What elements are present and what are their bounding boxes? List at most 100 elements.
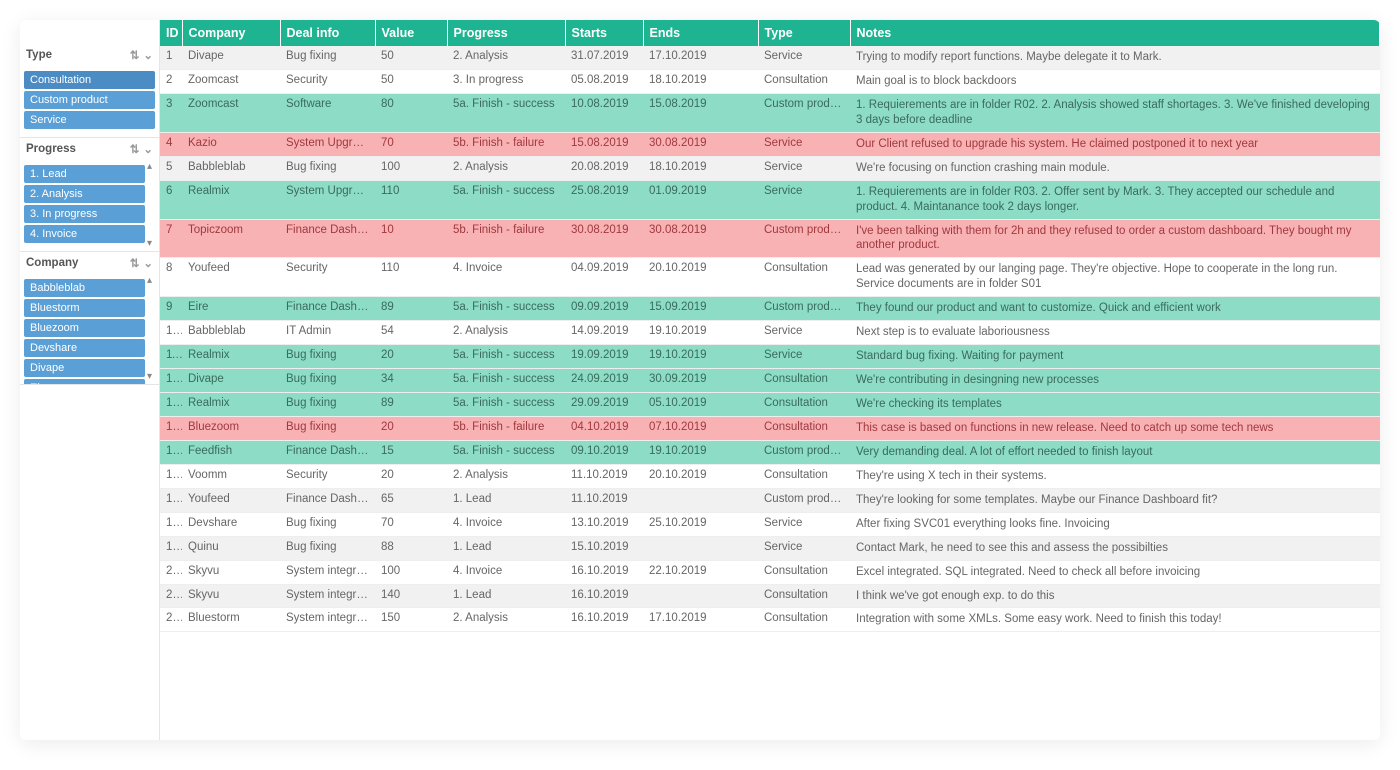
scroll-up-icon[interactable]: ▴ (147, 162, 157, 172)
filter-item[interactable]: 4. Invoice (24, 225, 145, 243)
cell-company: Babbleblab (182, 156, 280, 180)
scroll-up-icon[interactable]: ▴ (147, 276, 157, 286)
filter-item[interactable]: Devshare (24, 339, 145, 357)
cell-id: 16 (160, 464, 182, 488)
multiselect-icon[interactable]: ⇅ (130, 256, 140, 270)
table-row[interactable]: 12DivapeBug fixing345a. Finish - success… (160, 369, 1380, 393)
table-row[interactable]: 8YoufeedSecurity1104. Invoice04.09.20192… (160, 258, 1380, 297)
cell-id: 20 (160, 560, 182, 584)
table-row[interactable]: 14BluezoomBug fixing205b. Finish - failu… (160, 416, 1380, 440)
filter-item[interactable]: Divape (24, 359, 145, 377)
cell-progress: 5a. Finish - success (447, 393, 565, 417)
cell-company: Skyvu (182, 584, 280, 608)
table-row[interactable]: 2ZoomcastSecurity503. In progress05.08.2… (160, 69, 1380, 93)
table-row[interactable]: 19QuinuBug fixing881. Lead15.10.2019Serv… (160, 536, 1380, 560)
scroll-down-icon[interactable]: ▾ (147, 239, 157, 249)
filter-header: Company⇅⌄ (20, 252, 159, 274)
column-header-value[interactable]: Value (375, 20, 447, 46)
table-row[interactable]: 3ZoomcastSoftware805a. Finish - success1… (160, 93, 1380, 132)
filter-item[interactable]: Eire (24, 379, 145, 384)
cell-company: Realmix (182, 393, 280, 417)
cell-ends (643, 584, 758, 608)
table-row[interactable]: 4KazioSystem Upgrade705b. Finish - failu… (160, 132, 1380, 156)
clear-filter-icon[interactable]: ⌄ (143, 256, 153, 270)
cell-starts: 16.10.2019 (565, 560, 643, 584)
multiselect-icon[interactable]: ⇅ (130, 48, 140, 62)
cell-company: Voomm (182, 464, 280, 488)
filter-item[interactable]: Custom product (24, 91, 155, 109)
table-row[interactable]: 16VoommSecurity202. Analysis11.10.201920… (160, 464, 1380, 488)
filter-item[interactable]: 2. Analysis (24, 185, 145, 203)
filter-item[interactable]: Service (24, 111, 155, 129)
column-header-id[interactable]: ID (160, 20, 182, 46)
table-row[interactable]: 22BluestormSystem integratio1502. Analys… (160, 608, 1380, 632)
column-header-starts[interactable]: Starts (565, 20, 643, 46)
cell-notes: Standard bug fixing. Waiting for payment (850, 345, 1380, 369)
cell-type: Consultation (758, 464, 850, 488)
cell-deal: Bug fixing (280, 369, 375, 393)
cell-notes: 1. Requierements are in folder R02. 2. A… (850, 93, 1380, 132)
cell-value: 80 (375, 93, 447, 132)
table-row[interactable]: 9EireFinance Dashboa895a. Finish - succe… (160, 297, 1380, 321)
cell-notes: Next step is to evaluate laboriousness (850, 321, 1380, 345)
cell-value: 34 (375, 369, 447, 393)
column-header-progress[interactable]: Progress (447, 20, 565, 46)
table-row[interactable]: 6RealmixSystem Upgrade1105a. Finish - su… (160, 180, 1380, 219)
cell-company: Realmix (182, 345, 280, 369)
cell-id: 4 (160, 132, 182, 156)
cell-company: Eire (182, 297, 280, 321)
cell-ends: 30.09.2019 (643, 369, 758, 393)
table-row[interactable]: 15FeedfishFinance Dashboa155a. Finish - … (160, 440, 1380, 464)
cell-deal: Bug fixing (280, 46, 375, 69)
column-header-type[interactable]: Type (758, 20, 850, 46)
table-row[interactable]: 11RealmixBug fixing205a. Finish - succes… (160, 345, 1380, 369)
cell-starts: 30.08.2019 (565, 219, 643, 258)
cell-progress: 5a. Finish - success (447, 440, 565, 464)
table-row[interactable]: 20SkyvuSystem integratio1004. Invoice16.… (160, 560, 1380, 584)
cell-ends (643, 536, 758, 560)
cell-notes: Trying to modify report functions. Maybe… (850, 46, 1380, 69)
cell-deal: System integratio (280, 608, 375, 632)
clear-filter-icon[interactable]: ⌄ (143, 48, 153, 62)
cell-deal: Bug fixing (280, 345, 375, 369)
table-row[interactable]: 7TopiczoomFinance Dashboa105b. Finish - … (160, 219, 1380, 258)
table-row[interactable]: 21SkyvuSystem integratio1401. Lead16.10.… (160, 584, 1380, 608)
column-header-notes[interactable]: Notes (850, 20, 1380, 46)
cell-starts: 20.08.2019 (565, 156, 643, 180)
cell-starts: 13.10.2019 (565, 512, 643, 536)
filter-item[interactable]: Bluezoom (24, 319, 145, 337)
cell-deal: Bug fixing (280, 416, 375, 440)
cell-ends: 22.10.2019 (643, 560, 758, 584)
cell-id: 22 (160, 608, 182, 632)
cell-progress: 4. Invoice (447, 258, 565, 297)
table-row[interactable]: 17YoufeedFinance Dashboa651. Lead11.10.2… (160, 488, 1380, 512)
filter-item[interactable]: Babbleblab (24, 279, 145, 297)
table-row[interactable]: 18DevshareBug fixing704. Invoice13.10.20… (160, 512, 1380, 536)
table-row[interactable]: 5BabbleblabBug fixing1002. Analysis20.08… (160, 156, 1380, 180)
cell-value: 20 (375, 464, 447, 488)
table-row[interactable]: 1DivapeBug fixing502. Analysis31.07.2019… (160, 46, 1380, 69)
filter-item[interactable]: Bluestorm (24, 299, 145, 317)
cell-ends (643, 488, 758, 512)
cell-company: Quinu (182, 536, 280, 560)
filter-item[interactable]: 3. In progress (24, 205, 145, 223)
cell-value: 88 (375, 536, 447, 560)
table-row[interactable]: 10BabbleblabIT Admin542. Analysis14.09.2… (160, 321, 1380, 345)
clear-filter-icon[interactable]: ⌄ (143, 142, 153, 156)
column-header-ends[interactable]: Ends (643, 20, 758, 46)
filter-item[interactable]: 1. Lead (24, 165, 145, 183)
cell-notes: We're contributing in desingning new pro… (850, 369, 1380, 393)
column-header-deal-info[interactable]: Deal info (280, 20, 375, 46)
cell-ends: 18.10.2019 (643, 69, 758, 93)
multiselect-icon[interactable]: ⇅ (130, 142, 140, 156)
cell-company: Zoomcast (182, 69, 280, 93)
table-row[interactable]: 13RealmixBug fixing895a. Finish - succes… (160, 393, 1380, 417)
cell-notes: This case is based on functions in new r… (850, 416, 1380, 440)
filter-item[interactable]: Consultation (24, 71, 155, 89)
column-header-company[interactable]: Company (182, 20, 280, 46)
scroll-down-icon[interactable]: ▾ (147, 372, 157, 382)
cell-deal: System Upgrade (280, 132, 375, 156)
cell-ends: 17.10.2019 (643, 46, 758, 69)
cell-type: Custom product (758, 440, 850, 464)
cell-starts: 19.09.2019 (565, 345, 643, 369)
